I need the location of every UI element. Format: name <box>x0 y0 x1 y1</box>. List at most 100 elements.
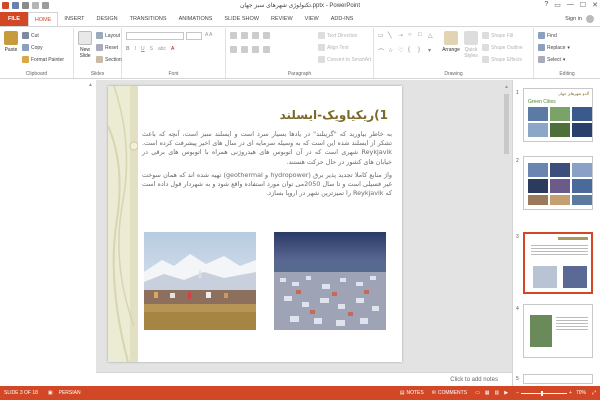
underline-icon[interactable]: U <box>141 46 145 52</box>
slide-sorter-icon[interactable]: ▦ <box>485 390 490 396</box>
shapes-gallery[interactable]: ▭ ╲ ➝ ○ □ △ ⌒ ☆ ♡{} ▾ <box>378 32 440 62</box>
slide-title[interactable]: 1)ریکیاویک-ایسلند <box>280 108 388 122</box>
ribbon-display-button[interactable]: ▭ <box>554 1 561 9</box>
maximize-button[interactable]: ☐ <box>580 1 586 9</box>
slideshow-view-icon[interactable]: ▶ <box>504 390 508 396</box>
font-format-buttons[interactable]: B I U Sabc A <box>126 46 174 52</box>
slide-canvas[interactable]: 1)ریکیاویک-ایسلند به خاطر بیاورید که "گر… <box>108 86 402 362</box>
tab-review[interactable]: REVIEW <box>265 12 299 26</box>
fit-slide-icon[interactable]: ⤢ <box>592 390 596 396</box>
spellcheck-icon[interactable]: ▣ <box>48 390 53 396</box>
reading-view-icon[interactable]: ▥ <box>495 390 500 396</box>
shape-effects-button[interactable]: Shape Effects <box>482 56 522 63</box>
shape-square-icon[interactable]: □ <box>418 32 427 46</box>
slide-thumbnail-3[interactable] <box>523 232 593 294</box>
outline-scroll-up-icon[interactable]: ▲ <box>88 82 93 88</box>
outline-pane[interactable]: ▲ <box>0 80 96 386</box>
reykjavik-aerial-photo[interactable] <box>274 232 386 330</box>
tab-transitions[interactable]: TRANSITIONS <box>124 12 173 26</box>
bold-icon[interactable]: B <box>126 46 130 52</box>
comments-toggle[interactable]: ✉ COMMENTS <box>432 390 467 396</box>
align-buttons[interactable] <box>230 46 270 53</box>
italic-icon[interactable]: I <box>135 46 136 52</box>
minimize-button[interactable]: — <box>567 1 574 9</box>
font-grow-shrink[interactable]: A A <box>205 32 213 38</box>
language-indicator[interactable]: PERSIAN <box>59 390 81 396</box>
align-center-icon[interactable] <box>241 46 248 53</box>
shape-more-icon[interactable]: ▾ <box>428 47 437 63</box>
tab-design[interactable]: DESIGN <box>91 12 124 26</box>
shape-curve-icon[interactable]: ⌒ <box>378 47 387 63</box>
layout-button[interactable]: Layout <box>96 32 120 39</box>
font-name-box[interactable] <box>126 32 184 40</box>
tab-home[interactable]: HOME <box>27 12 59 26</box>
slide-body[interactable]: به خاطر بیاورید که "گرینلند" در یادها بس… <box>142 130 392 198</box>
slide-thumbnail-4[interactable] <box>523 304 593 358</box>
slide-thumbnail-1[interactable]: آلدو شهرهای جهان Green Cities <box>523 88 593 142</box>
convert-smartart-button[interactable]: Convert to SmartArt <box>318 56 371 63</box>
paste-button[interactable]: Paste <box>3 31 19 53</box>
normal-view-icon[interactable]: ▭ <box>475 390 480 396</box>
shape-brace-icon[interactable]: { <box>408 47 417 63</box>
shape-arrow-icon[interactable]: ➝ <box>398 32 407 46</box>
align-text-button[interactable]: Align Text <box>318 44 349 51</box>
view-buttons[interactable]: ▭ ▦ ▥ ▶ <box>475 390 508 396</box>
quick-styles-button[interactable]: Quick Styles <box>462 31 480 59</box>
zoom-in-icon[interactable]: + <box>569 390 572 396</box>
tab-add-ins[interactable]: ADD-INS <box>325 12 360 26</box>
shape-rect-icon[interactable]: ▭ <box>378 32 387 46</box>
zoom-level[interactable]: 70% <box>576 390 586 396</box>
align-left-icon[interactable] <box>230 46 237 53</box>
list-buttons[interactable] <box>230 32 270 39</box>
numbering-icon[interactable] <box>241 32 248 39</box>
shape-oval-icon[interactable]: ○ <box>408 32 417 46</box>
font-color-icon[interactable]: A <box>171 46 174 52</box>
user-avatar-icon[interactable] <box>586 15 594 23</box>
zoom-slider[interactable]: − + <box>516 390 572 396</box>
new-slide-button[interactable]: New Slide <box>76 31 94 59</box>
zoom-track[interactable] <box>521 390 568 396</box>
font-size-box[interactable] <box>186 32 202 40</box>
shape-triangle-icon[interactable]: △ <box>428 32 437 46</box>
reykjavik-snow-photo[interactable] <box>144 232 256 330</box>
tab-view[interactable]: VIEW <box>299 12 325 26</box>
scroll-up-icon[interactable]: ▲ <box>504 84 510 90</box>
strikethrough-icon[interactable]: abc <box>158 46 166 52</box>
align-right-icon[interactable] <box>252 46 259 53</box>
help-button[interactable]: ? <box>544 1 548 9</box>
notes-pane[interactable]: Click to add notes <box>96 372 512 386</box>
bullets-icon[interactable] <box>230 32 237 39</box>
notes-toggle[interactable]: ▤ NOTES <box>400 390 424 396</box>
replace-button[interactable]: Replace ▾ <box>538 44 570 51</box>
zoom-thumb[interactable] <box>541 390 544 396</box>
slide-thumbnail-2[interactable] <box>523 156 593 210</box>
increase-indent-icon[interactable] <box>263 32 270 39</box>
justify-icon[interactable] <box>263 46 270 53</box>
section-button[interactable]: Section <box>96 56 122 63</box>
sign-in-link[interactable]: Sign in <box>565 16 582 22</box>
decrease-indent-icon[interactable] <box>252 32 259 39</box>
close-button[interactable]: ✕ <box>592 1 598 9</box>
arrange-button[interactable]: Arrange <box>442 31 460 53</box>
zoom-out-icon[interactable]: − <box>516 390 519 396</box>
shape-star-icon[interactable]: ☆ <box>388 47 397 63</box>
shape-heart-icon[interactable]: ♡ <box>398 47 407 63</box>
select-button[interactable]: Select ▾ <box>538 56 565 63</box>
copy-button[interactable]: Copy <box>22 44 43 51</box>
reset-button[interactable]: Reset <box>96 44 118 51</box>
notes-placeholder[interactable]: Click to add notes <box>450 377 498 383</box>
tab-file[interactable]: FILE <box>0 12 28 26</box>
scroll-thumb[interactable] <box>504 94 509 154</box>
text-direction-button[interactable]: Text Direction <box>318 32 357 39</box>
shape-outline-button[interactable]: Shape Outline <box>482 44 523 51</box>
shape-brace-close-icon[interactable]: } <box>418 47 427 63</box>
find-button[interactable]: Find <box>538 32 557 39</box>
tab-slide-show[interactable]: SLIDE SHOW <box>218 12 265 26</box>
cut-button[interactable]: Cut <box>22 32 39 39</box>
format-painter-button[interactable]: Format Painter <box>22 56 64 63</box>
editor-vertical-scrollbar[interactable]: ▲ <box>504 84 510 364</box>
slide-thumbnail-5[interactable] <box>523 374 593 384</box>
tab-animations[interactable]: ANIMATIONS <box>173 12 219 26</box>
shadow-icon[interactable]: S <box>150 46 153 52</box>
shape-line-icon[interactable]: ╲ <box>388 32 397 46</box>
